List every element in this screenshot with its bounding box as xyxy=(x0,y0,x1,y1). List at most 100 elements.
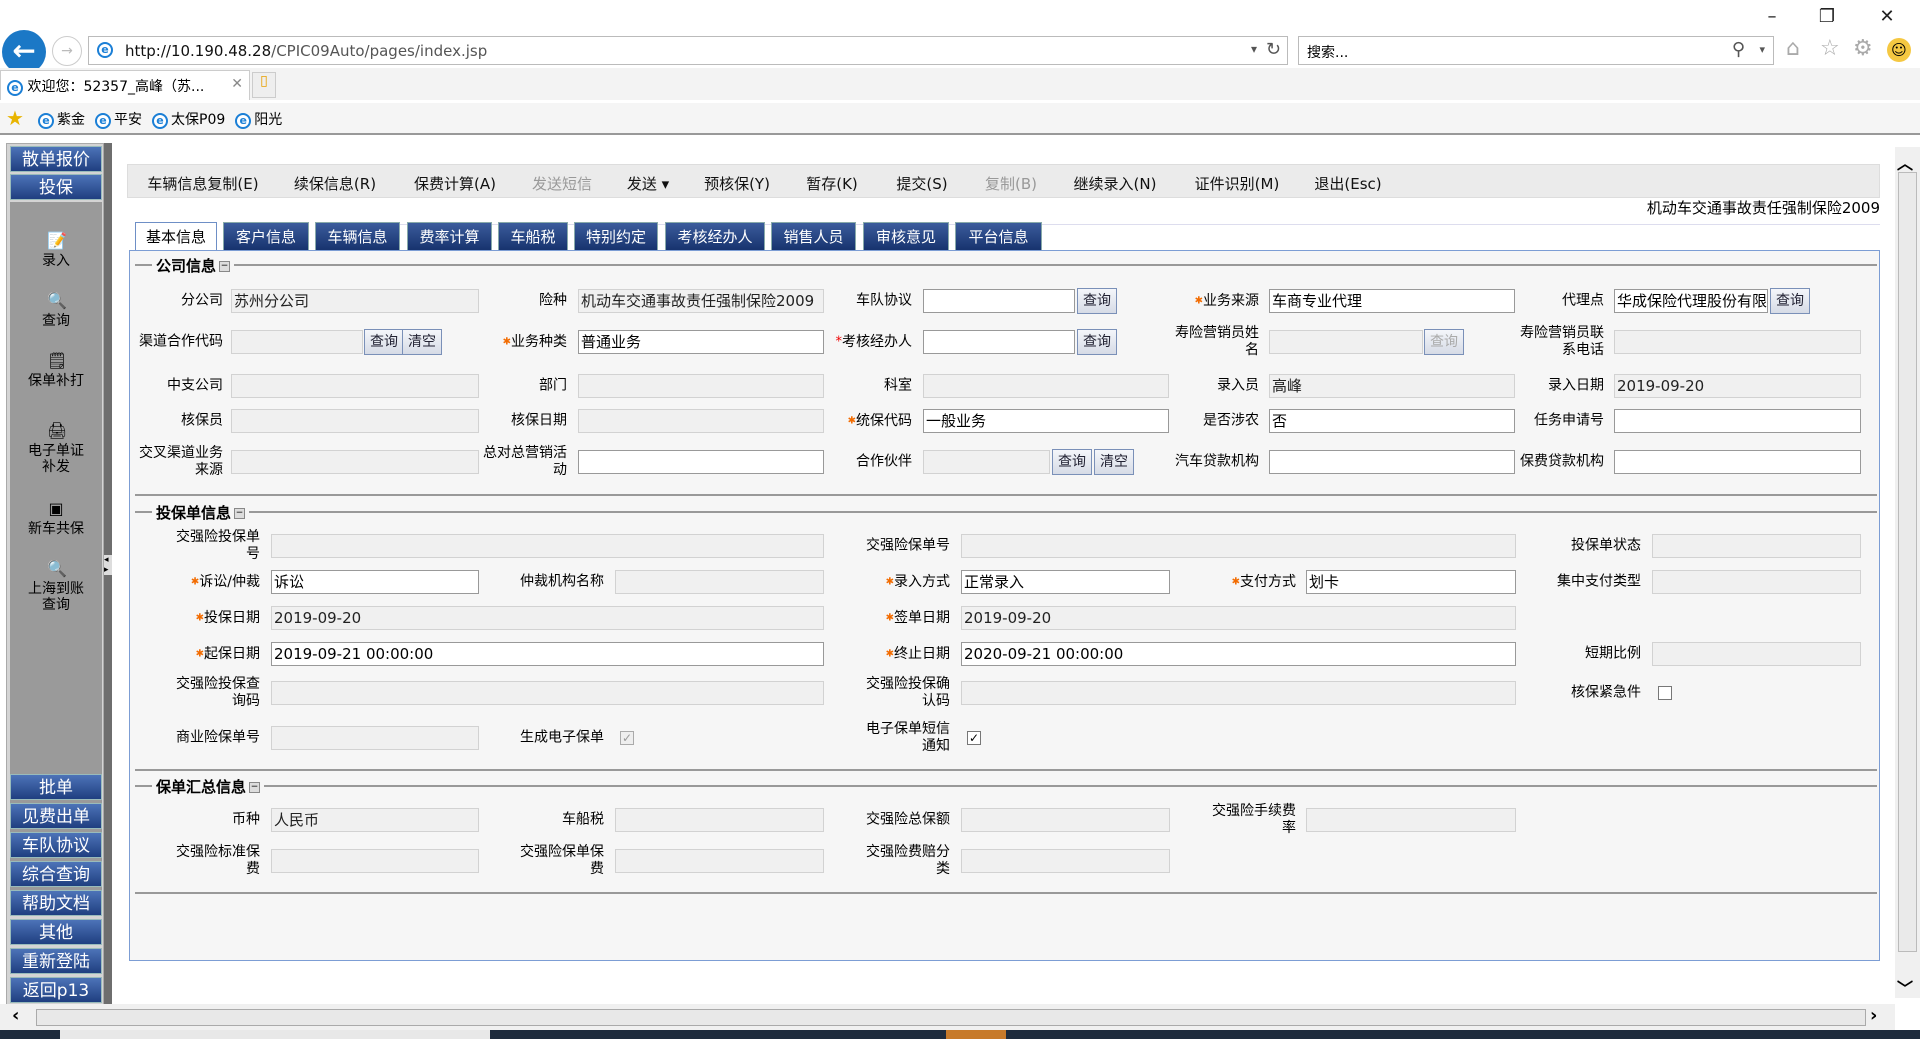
query-button[interactable]: 查询 xyxy=(364,329,404,355)
toolbar-button[interactable]: 续保信息(R) xyxy=(294,173,376,194)
toolbar-button[interactable]: 暂存(K) xyxy=(806,173,858,194)
tab-5[interactable]: 特别约定 xyxy=(574,222,658,250)
toolbar-button[interactable]: 退出(Esc) xyxy=(1314,173,1381,194)
toolbar-button[interactable]: 保费计算(A) xyxy=(414,173,496,194)
text-input[interactable]: 正常录入 xyxy=(961,570,1170,594)
taskbar-item[interactable] xyxy=(946,1030,1006,1039)
tab-2[interactable]: 车辆信息 xyxy=(315,222,400,250)
sidebar-button[interactable]: 重新登陆 xyxy=(10,948,102,974)
query-button[interactable]: 查询 xyxy=(1077,329,1117,355)
tab-8[interactable]: 审核意见 xyxy=(863,222,949,250)
text-input[interactable]: 2019-09-21 00:00:00 xyxy=(271,642,824,666)
sidebar-button-insure[interactable]: 投保 xyxy=(10,174,102,200)
favorite-link[interactable]: e 阳光 xyxy=(235,112,282,129)
text-input[interactable]: 一般业务 xyxy=(923,409,1169,433)
sidebar-button[interactable]: 车队协议 xyxy=(10,832,102,858)
sidebar-item[interactable]: 🗒 保单补打 xyxy=(10,352,102,390)
toolbar-button[interactable]: 发送短信 xyxy=(532,173,592,194)
tab-7[interactable]: 销售人员 xyxy=(771,222,856,250)
query-button[interactable]: 查询 xyxy=(1077,288,1117,314)
taskbar-item[interactable] xyxy=(60,1030,490,1039)
sidebar-splitter[interactable]: ◂ ▸ xyxy=(104,143,112,1005)
query-button[interactable]: 查询 xyxy=(1770,288,1810,314)
text-input[interactable]: 划卡 xyxy=(1306,570,1516,594)
text-input[interactable]: 2020-09-21 00:00:00 xyxy=(961,642,1516,666)
forward-icon[interactable]: → xyxy=(52,36,82,66)
sidebar-button-quote[interactable]: 散单报价 xyxy=(10,146,102,172)
collapse-toggle-icon[interactable]: − xyxy=(234,508,246,519)
collapse-toggle-icon[interactable]: − xyxy=(219,261,231,272)
home-icon[interactable]: ⌂ xyxy=(1786,36,1800,61)
scroll-left-icon[interactable]: ‹ xyxy=(12,1005,19,1026)
tab-0[interactable]: 基本信息 xyxy=(135,222,217,251)
toolbar-button[interactable]: 继续录入(N) xyxy=(1074,173,1157,194)
search-input[interactable]: 搜索... xyxy=(1307,42,1348,62)
text-input[interactable]: 华成保险代理股份有限 xyxy=(1614,289,1768,313)
sidebar-item[interactable]: 🖨 电子单证补发 xyxy=(10,422,102,476)
tab-3[interactable]: 费率计算 xyxy=(407,222,492,250)
sidebar-button[interactable]: 其他 xyxy=(10,919,102,945)
toolbar-button[interactable]: 证件识别(M) xyxy=(1195,173,1280,194)
scroll-down-icon[interactable]: ﹀ xyxy=(1897,975,1913,999)
search-box[interactable]: 搜索... ⚲ ▾ xyxy=(1298,36,1774,65)
sidebar-button[interactable]: 批单 xyxy=(10,774,102,800)
text-input[interactable] xyxy=(1269,450,1515,474)
sidebar-item[interactable]: ▣ 新车共保 xyxy=(10,500,102,538)
text-input[interactable] xyxy=(1614,450,1861,474)
text-input[interactable] xyxy=(923,330,1075,354)
text-input[interactable]: 否 xyxy=(1269,409,1515,433)
scroll-up-icon[interactable]: ︿ xyxy=(1897,150,1913,174)
clear-button[interactable]: 清空 xyxy=(1094,449,1134,475)
sidebar-item[interactable]: 🔍 查询 xyxy=(10,292,102,330)
horizontal-scroll-thumb[interactable] xyxy=(36,1009,1866,1026)
text-input[interactable] xyxy=(578,450,824,474)
sidebar-button[interactable]: 返回p13 xyxy=(10,977,102,1003)
field-label-text: 考核经办人 xyxy=(842,333,912,350)
favorite-link[interactable]: e 太保P09 xyxy=(152,112,225,129)
text-input[interactable] xyxy=(1614,409,1861,433)
toolbar-button[interactable]: 复制(B) xyxy=(985,173,1037,194)
new-tab-icon[interactable]: ▯ xyxy=(252,72,276,98)
checkbox[interactable] xyxy=(1658,686,1672,700)
vertical-scroll-thumb[interactable] xyxy=(1898,172,1917,952)
text-input[interactable]: 诉讼 xyxy=(271,570,479,594)
sidebar-button[interactable]: 见费出单 xyxy=(10,803,102,829)
tab-1[interactable]: 客户信息 xyxy=(223,222,309,250)
favorite-link[interactable]: e 紫金 xyxy=(38,112,85,129)
scroll-right-icon[interactable]: › xyxy=(1870,1005,1877,1026)
sidebar-button[interactable]: 综合查询 xyxy=(10,861,102,887)
tab-4[interactable]: 车船税 xyxy=(498,222,568,250)
search-icon[interactable]: ⚲ xyxy=(1732,39,1745,60)
favorites-star-icon[interactable]: ★ xyxy=(6,106,24,130)
browser-tab[interactable]: e 欢迎您：52357_高峰（苏... ✕ xyxy=(0,70,250,100)
toolbar-button[interactable]: 预核保(Y) xyxy=(704,173,770,194)
star-icon[interactable]: ☆ xyxy=(1820,36,1840,61)
toolbar-button[interactable]: 车辆信息复制(E) xyxy=(147,173,258,194)
restore-button[interactable]: ❐ xyxy=(1812,6,1842,27)
sidebar-button[interactable]: 帮助文档 xyxy=(10,890,102,916)
toolbar-button[interactable]: 提交(S) xyxy=(896,173,947,194)
sidebar-item[interactable]: 📝 录入 xyxy=(10,232,102,270)
tab-6[interactable]: 考核经办人 xyxy=(665,222,765,250)
minimize-button[interactable]: – xyxy=(1757,6,1787,27)
favorite-link[interactable]: e 平安 xyxy=(95,112,142,129)
field-label-text: 交强险保单保费 xyxy=(520,844,604,877)
text-input[interactable] xyxy=(923,289,1075,313)
checkbox[interactable]: ✓ xyxy=(967,731,981,745)
close-window-button[interactable]: ✕ xyxy=(1872,6,1902,27)
collapse-toggle-icon[interactable]: − xyxy=(249,782,261,793)
smiley-icon[interactable]: ☺ xyxy=(1887,38,1911,62)
text-input[interactable]: 车商专业代理 xyxy=(1269,289,1515,313)
close-tab-icon[interactable]: ✕ xyxy=(231,76,243,92)
query-button[interactable]: 查询 xyxy=(1052,449,1092,475)
refresh-icon[interactable]: ↻ xyxy=(1266,39,1281,60)
search-dropdown-icon[interactable]: ▾ xyxy=(1759,43,1765,56)
clear-button[interactable]: 清空 xyxy=(402,329,442,355)
dropdown-icon[interactable]: ▾ xyxy=(1251,42,1257,56)
tab-9[interactable]: 平台信息 xyxy=(955,222,1042,250)
gear-icon[interactable]: ⚙ xyxy=(1853,36,1873,61)
address-bar[interactable]: e http://10.190.48.28/CPIC09Auto/pages/i… xyxy=(88,36,1288,65)
text-input[interactable]: 普通业务 xyxy=(578,330,824,354)
sidebar-item[interactable]: 🔍 上海到账查询 xyxy=(10,560,102,614)
toolbar-button[interactable]: 发送 ▾ xyxy=(627,173,669,194)
